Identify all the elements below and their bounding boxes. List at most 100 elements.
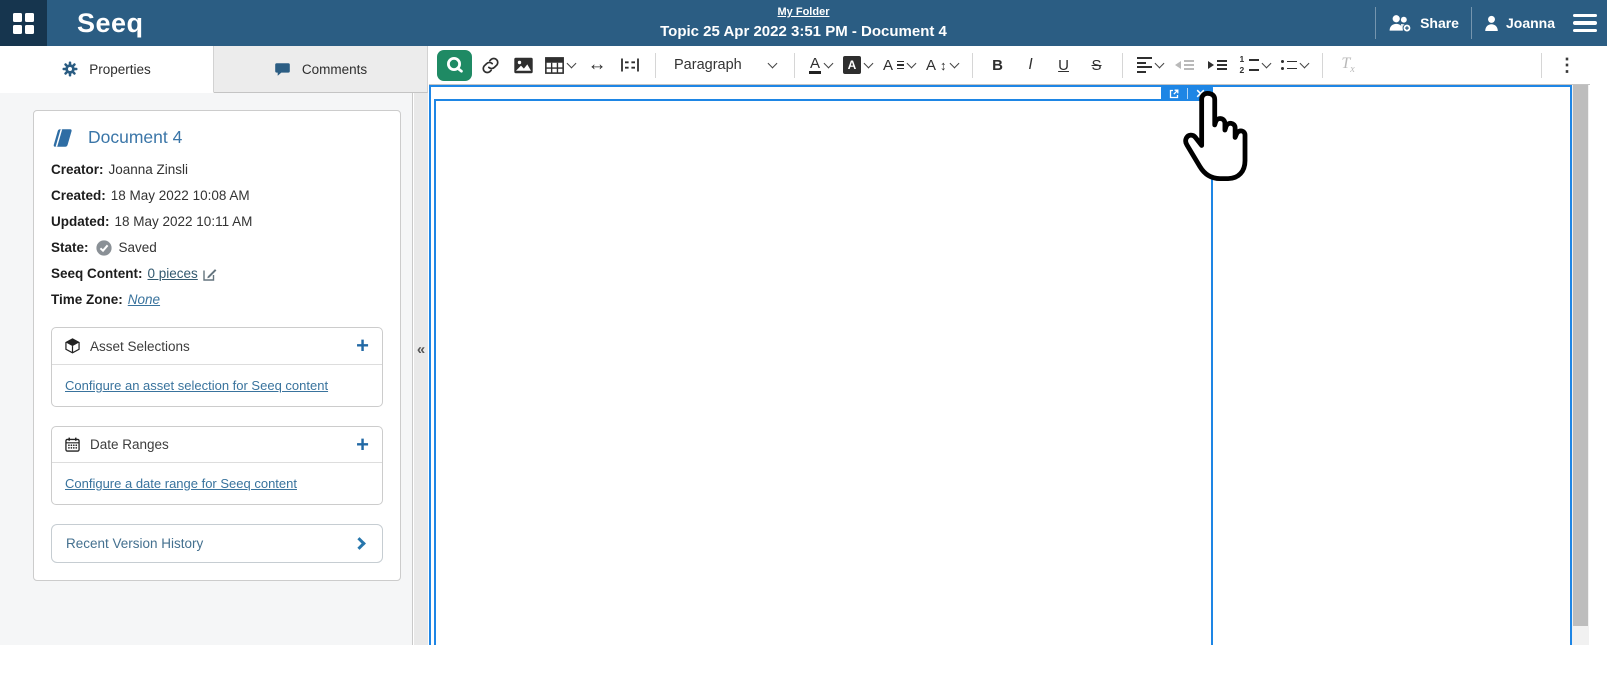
font-color-button[interactable]: A bbox=[805, 50, 836, 80]
topbar-divider bbox=[1375, 7, 1376, 39]
editor-toolbar: ↔ Paragraph A A A A ↕ B I U bbox=[429, 46, 1590, 85]
created-row: Created: 18 May 2022 10:08 AM bbox=[51, 187, 383, 204]
numbered-list-dropdown[interactable]: 1 2 bbox=[1236, 50, 1274, 80]
toolbar-separator bbox=[972, 53, 973, 78]
sidebar-collapse-strip: « bbox=[414, 93, 428, 645]
recent-version-history-button[interactable]: Recent Version History bbox=[51, 524, 383, 563]
document-title: Document 4 bbox=[88, 127, 182, 148]
page-title: Topic 25 Apr 2022 3:51 PM - Document 4 bbox=[660, 23, 947, 40]
add-asset-selection-button[interactable]: + bbox=[356, 339, 369, 353]
strikethrough-button[interactable]: S bbox=[1082, 50, 1112, 80]
seeq-content-row: Seeq Content: 0 pieces bbox=[51, 265, 383, 282]
chevron-down-icon bbox=[1300, 58, 1310, 68]
user-icon bbox=[1484, 15, 1499, 32]
text-alignment-dropdown[interactable] bbox=[1133, 50, 1167, 80]
indent-icon bbox=[1208, 60, 1227, 69]
tab-comments[interactable]: Comments bbox=[214, 46, 428, 93]
chevron-right-icon bbox=[353, 537, 366, 550]
paragraph-style-dropdown[interactable]: Paragraph bbox=[666, 50, 784, 80]
properties-sidebar: Document 4 Creator: Joanna Zinsli Create… bbox=[0, 93, 413, 645]
insert-seeq-content-button[interactable] bbox=[437, 50, 472, 81]
editor-scrollbar-thumb[interactable] bbox=[1573, 85, 1588, 626]
open-widget-button[interactable] bbox=[1169, 89, 1179, 99]
up-down-arrow-icon: ↕ bbox=[940, 58, 947, 73]
editor-scrollbar bbox=[1572, 85, 1589, 645]
bulleted-list-icon bbox=[1281, 60, 1298, 71]
date-ranges-title: Date Ranges bbox=[90, 437, 169, 452]
chevron-down-icon bbox=[1261, 58, 1271, 68]
background-color-button[interactable]: A bbox=[839, 50, 876, 80]
bulleted-list-dropdown[interactable] bbox=[1277, 50, 1313, 80]
home-button[interactable] bbox=[0, 0, 47, 46]
seeq-logo[interactable]: Seeq bbox=[77, 8, 144, 39]
chevron-down-icon bbox=[768, 58, 778, 68]
topbar: Seeq My Folder Topic 25 Apr 2022 3:51 PM… bbox=[0, 0, 1607, 46]
share-label: Share bbox=[1420, 15, 1459, 31]
recent-version-history-label: Recent Version History bbox=[66, 536, 203, 551]
insert-image-button[interactable] bbox=[508, 50, 538, 80]
toolbar-separator bbox=[1122, 53, 1123, 78]
topbar-divider bbox=[1471, 7, 1472, 39]
page-break-button[interactable] bbox=[615, 50, 645, 80]
asset-selections-card: Asset Selections + Configure an asset se… bbox=[51, 327, 383, 407]
user-label: Joanna bbox=[1506, 15, 1555, 31]
tab-properties-label: Properties bbox=[89, 62, 151, 77]
toolbar-separator bbox=[794, 53, 795, 78]
document-editor-canvas[interactable] bbox=[429, 85, 1572, 645]
seeq-content-pieces-link[interactable]: 0 pieces bbox=[148, 266, 198, 281]
document-icon bbox=[51, 128, 75, 148]
topbar-title-block: My Folder Topic 25 Apr 2022 3:51 PM - Do… bbox=[660, 2, 947, 40]
bold-button[interactable]: B bbox=[983, 50, 1013, 80]
table-icon bbox=[545, 57, 564, 74]
remove-format-icon: Tx bbox=[1341, 55, 1354, 75]
italic-button[interactable]: I bbox=[1016, 50, 1046, 80]
asset-selections-title: Asset Selections bbox=[90, 339, 190, 354]
close-widget-button[interactable] bbox=[1196, 89, 1205, 98]
tab-comments-label: Comments bbox=[302, 62, 367, 77]
left-right-arrow-icon: ↔ bbox=[588, 54, 607, 76]
link-button[interactable] bbox=[475, 50, 505, 80]
font-size-button[interactable]: A ↕ bbox=[922, 50, 962, 80]
configure-date-range-link[interactable]: Configure a date range for Seeq content bbox=[65, 476, 297, 491]
check-circle-icon bbox=[96, 240, 112, 256]
toolbar-overflow-button[interactable]: ⋮ bbox=[1552, 50, 1582, 80]
indent-button[interactable] bbox=[1203, 50, 1233, 80]
font-family-button[interactable]: A bbox=[879, 50, 919, 80]
remove-format-button[interactable]: Tx bbox=[1333, 50, 1363, 80]
insert-table-button[interactable] bbox=[541, 50, 579, 80]
toolbar-separator bbox=[1322, 53, 1323, 78]
creator-row: Creator: Joanna Zinsli bbox=[51, 161, 383, 178]
configure-asset-selection-link[interactable]: Configure an asset selection for Seeq co… bbox=[65, 378, 328, 393]
sidebar-collapse-button[interactable]: « bbox=[414, 341, 428, 358]
breadcrumb-my-folder[interactable]: My Folder bbox=[778, 6, 830, 18]
outdent-button[interactable] bbox=[1170, 50, 1200, 80]
share-button[interactable]: Share bbox=[1388, 14, 1459, 33]
font-size-icon: A bbox=[926, 57, 936, 74]
numbered-list-icon: 1 2 bbox=[1240, 56, 1259, 74]
created-value: 18 May 2022 10:08 AM bbox=[111, 188, 250, 203]
main-menu-button[interactable] bbox=[1573, 14, 1597, 33]
time-zone-link[interactable]: None bbox=[128, 292, 160, 307]
user-menu-button[interactable]: Joanna bbox=[1484, 15, 1555, 32]
updated-row: Updated: 18 May 2022 10:11 AM bbox=[51, 213, 383, 230]
link-icon bbox=[481, 56, 500, 75]
creator-value: Joanna Zinsli bbox=[109, 162, 189, 177]
page-width-button[interactable]: ↔ bbox=[582, 50, 612, 80]
tab-properties[interactable]: Properties bbox=[0, 46, 214, 93]
chevron-down-icon bbox=[907, 58, 917, 68]
updated-value: 18 May 2022 10:11 AM bbox=[115, 214, 253, 229]
font-family-lines-icon bbox=[897, 61, 904, 70]
add-date-range-button[interactable]: + bbox=[356, 438, 369, 452]
badge-divider bbox=[1187, 88, 1188, 99]
chevron-down-icon bbox=[864, 58, 874, 68]
hamburger-icon bbox=[1573, 14, 1597, 18]
close-icon bbox=[1196, 89, 1205, 98]
date-ranges-card: Date Ranges + Configure a date range for… bbox=[51, 426, 383, 505]
chevron-down-icon bbox=[824, 58, 834, 68]
selected-content-widget[interactable] bbox=[434, 99, 1213, 645]
paragraph-style-label: Paragraph bbox=[674, 57, 742, 73]
edit-icon[interactable] bbox=[203, 267, 217, 281]
underline-button[interactable]: U bbox=[1049, 50, 1079, 80]
background-color-icon: A bbox=[843, 56, 861, 74]
app-grid-icon bbox=[13, 13, 34, 34]
